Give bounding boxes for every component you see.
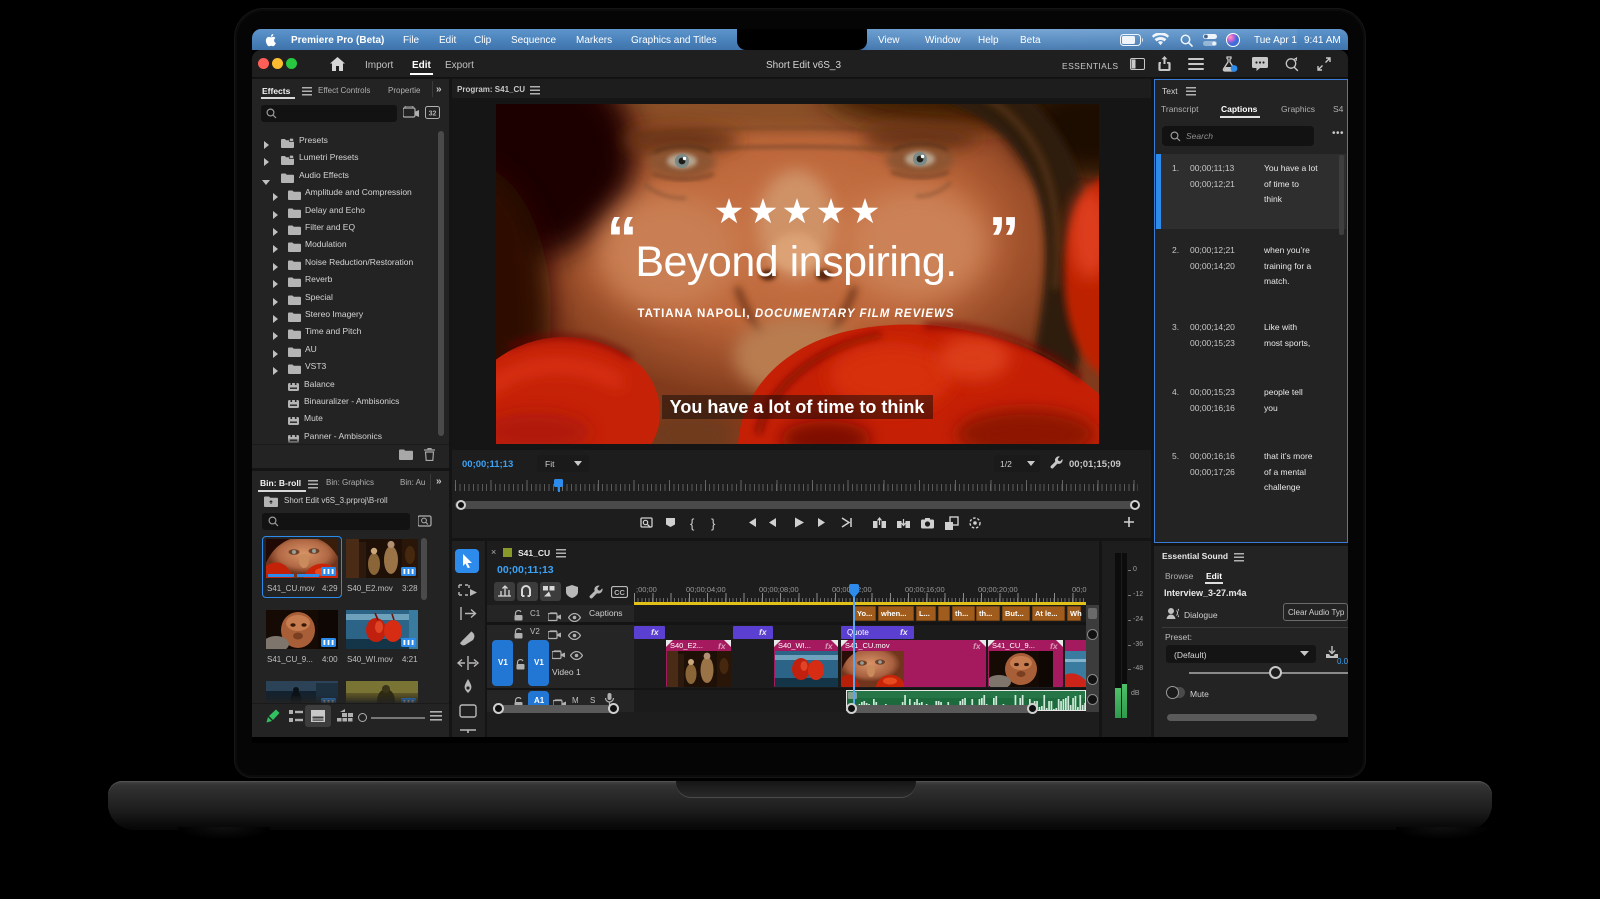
svg-text:CC: CC xyxy=(614,588,625,597)
svg-text:32: 32 xyxy=(429,111,437,118)
svg-text:You have a lot of time to thin: You have a lot of time to think xyxy=(670,397,926,417)
svg-text:{: { xyxy=(690,516,695,531)
svg-text:Beyond inspiring.: Beyond inspiring. xyxy=(635,238,956,286)
svg-text:“: “ xyxy=(607,205,638,274)
svg-text:TATIANA NAPOLI, DOCUMENTARY FI: TATIANA NAPOLI, DOCUMENTARY FILM REVIEWS xyxy=(637,308,954,320)
svg-text:”: ” xyxy=(989,205,1020,274)
svg-text:}: } xyxy=(711,516,716,531)
